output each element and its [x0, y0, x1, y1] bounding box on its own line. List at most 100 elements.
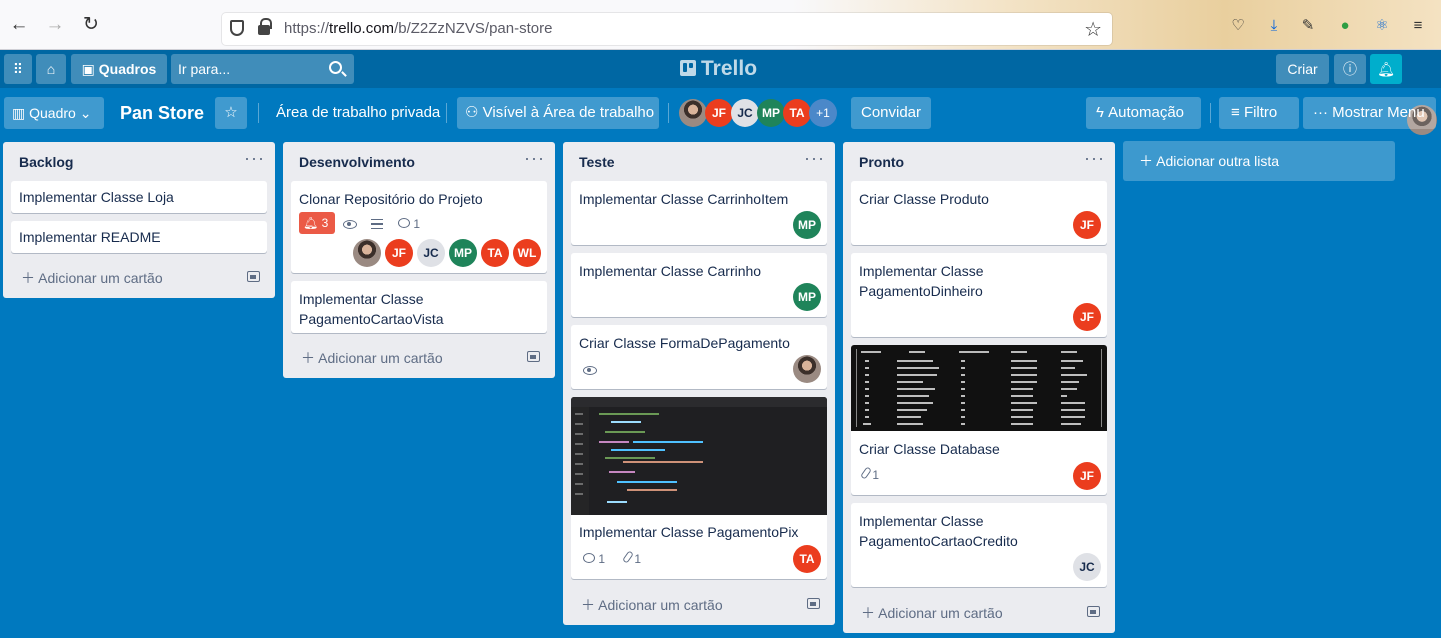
- database-table-thumbnail: [856, 349, 1102, 427]
- card-member-avatar[interactable]: JF: [1073, 462, 1101, 490]
- list-menu-icon[interactable]: ···: [524, 148, 545, 169]
- invite-button[interactable]: Convidar: [851, 97, 931, 129]
- card-title: Implementar Classe Loja: [19, 189, 174, 205]
- workspace-button[interactable]: Área de trabalho privada: [276, 97, 440, 129]
- board-view-switcher[interactable]: ▥ Quadro ⌄: [4, 97, 104, 129]
- evernote-icon[interactable]: ●: [1336, 17, 1354, 35]
- card[interactable]: Implementar README: [11, 221, 267, 253]
- boards-button[interactable]: ▣ Quadros: [71, 54, 167, 84]
- wrench-icon[interactable]: ✎: [1299, 17, 1317, 35]
- watching-eye-icon: [343, 217, 357, 233]
- apps-grid-icon[interactable]: ⠿: [4, 54, 32, 84]
- card-title: Criar Classe FormaDePagamento: [579, 335, 790, 351]
- card-template-icon[interactable]: [527, 351, 540, 362]
- list-menu-icon[interactable]: ···: [804, 148, 825, 169]
- card-member-avatar[interactable]: MP: [793, 283, 821, 311]
- create-button[interactable]: Criar: [1276, 54, 1329, 84]
- code-editor-thumbnail: [571, 397, 827, 515]
- card-title: Implementar Classe PagamentoDinheiro: [859, 263, 984, 299]
- search-icon[interactable]: [329, 61, 342, 74]
- member-avatar[interactable]: JC: [731, 99, 759, 127]
- member-avatar-photo[interactable]: [679, 99, 707, 127]
- card-member-avatar[interactable]: TA: [481, 239, 509, 267]
- card-member-avatar[interactable]: MP: [793, 211, 821, 239]
- card[interactable]: Implementar Classe CarrinhoItem MP: [571, 181, 827, 245]
- member-avatar[interactable]: TA: [783, 99, 811, 127]
- filter-button[interactable]: ≡ Filtro: [1219, 97, 1299, 129]
- member-avatar[interactable]: MP: [757, 99, 785, 127]
- hamburger-menu-icon[interactable]: ≡: [1409, 17, 1427, 35]
- notifications-bell-icon[interactable]: 🔔︎: [1370, 54, 1402, 84]
- card-title: Criar Classe Database: [859, 441, 1000, 457]
- card-template-icon[interactable]: [1087, 606, 1100, 617]
- add-card-button[interactable]: ＋ Adicionar um cartão: [581, 595, 723, 615]
- show-menu-button[interactable]: ··· Mostrar Menu: [1303, 97, 1436, 129]
- list-title[interactable]: Teste: [579, 154, 615, 170]
- card[interactable]: Implementar Classe Carrinho MP: [571, 253, 827, 317]
- card-title: Implementar README: [19, 229, 161, 245]
- add-card-button[interactable]: ＋ Adicionar um cartão: [21, 268, 163, 288]
- star-board-icon[interactable]: ☆: [215, 97, 247, 129]
- list-title[interactable]: Pronto: [859, 154, 904, 170]
- card-member-avatar[interactable]: JF: [1073, 303, 1101, 331]
- card-member-avatar[interactable]: JC: [417, 239, 445, 267]
- boards-icon: ▣: [81, 61, 95, 77]
- card-title: Implementar Classe CarrinhoItem: [579, 191, 789, 207]
- card-title: Criar Classe Produto: [859, 191, 989, 207]
- card[interactable]: Criar Classe Produto JF: [851, 181, 1107, 245]
- list-menu-icon[interactable]: ···: [1084, 148, 1105, 169]
- address-bar[interactable]: https://trello.com/b/Z2ZzNZVS/pan-store …: [222, 13, 1112, 45]
- card[interactable]: Criar Classe Database 1 JF: [851, 345, 1107, 495]
- card-member-avatar[interactable]: TA: [793, 545, 821, 573]
- add-card-button[interactable]: ＋ Adicionar um cartão: [861, 603, 1003, 623]
- pocket-icon[interactable]: ♡: [1229, 17, 1247, 35]
- bell-icon: 🔔︎: [303, 216, 319, 230]
- forward-icon[interactable]: →: [45, 15, 65, 35]
- list-title[interactable]: Backlog: [19, 154, 73, 170]
- list-pronto: Pronto ··· Criar Classe Produto JF Imple…: [843, 142, 1115, 633]
- card[interactable]: Clonar Repositório do Projeto 🔔︎ 3 1 JF …: [291, 181, 547, 273]
- card[interactable]: Criar Classe FormaDePagamento: [571, 325, 827, 389]
- reload-icon[interactable]: ↻: [81, 15, 101, 35]
- card-member-avatar[interactable]: JF: [385, 239, 413, 267]
- board-title[interactable]: Pan Store: [120, 97, 204, 129]
- bookmark-star-icon[interactable]: ☆: [1084, 17, 1102, 42]
- card-member-avatar-photo[interactable]: [353, 239, 381, 267]
- comment-icon: [583, 553, 595, 563]
- list-menu-icon[interactable]: ···: [244, 148, 265, 169]
- card-title: Implementar Classe Carrinho: [579, 263, 762, 279]
- lock-icon[interactable]: [258, 18, 272, 35]
- back-icon[interactable]: ←: [9, 15, 29, 35]
- card-title: Clonar Repositório do Projeto: [299, 191, 483, 207]
- card-member-avatar-photo[interactable]: [793, 355, 821, 383]
- card[interactable]: Implementar Classe PagamentoDinheiro JF: [851, 253, 1107, 337]
- trello-logo[interactable]: Trello: [680, 57, 757, 81]
- comments-badge: 1: [398, 216, 420, 232]
- card[interactable]: Implementar Classe PagamentoPix 1 1 TA: [571, 397, 827, 579]
- card-member-avatar[interactable]: WL: [513, 239, 541, 267]
- card-cover-table-screenshot: [851, 345, 1107, 431]
- card[interactable]: Implementar Classe Loja: [11, 181, 267, 213]
- more-members-badge[interactable]: +1: [809, 99, 837, 127]
- add-card-button[interactable]: ＋ Adicionar um cartão: [301, 348, 443, 368]
- card-member-avatar[interactable]: JF: [1073, 211, 1101, 239]
- card[interactable]: Implementar Classe PagamentoCartaoVista: [291, 281, 547, 333]
- tracking-shield-icon[interactable]: [230, 20, 244, 36]
- url-text[interactable]: https://trello.com/b/Z2ZzNZVS/pan-store: [284, 20, 552, 37]
- search-input[interactable]: Ir para...: [171, 54, 354, 84]
- card-template-icon[interactable]: [247, 271, 260, 282]
- home-icon[interactable]: ⌂: [36, 54, 66, 84]
- card[interactable]: Implementar Classe PagamentoCartaoCredit…: [851, 503, 1107, 587]
- automation-button[interactable]: ϟ Automação: [1086, 97, 1201, 129]
- card-template-icon[interactable]: [807, 598, 820, 609]
- add-list-button[interactable]: ＋ Adicionar outra lista: [1123, 141, 1395, 181]
- card-member-avatar[interactable]: MP: [449, 239, 477, 267]
- attachments-badge: 1: [860, 466, 879, 483]
- visibility-button[interactable]: ⚇ Visível à Área de trabalho: [457, 97, 659, 129]
- member-avatar[interactable]: JF: [705, 99, 733, 127]
- list-title[interactable]: Desenvolvimento: [299, 154, 415, 170]
- card-member-avatar[interactable]: JC: [1073, 553, 1101, 581]
- react-devtools-icon[interactable]: ⚛: [1373, 17, 1391, 35]
- info-icon[interactable]: ⓘ: [1334, 54, 1366, 84]
- downloads-icon[interactable]: ⤓: [1265, 17, 1283, 35]
